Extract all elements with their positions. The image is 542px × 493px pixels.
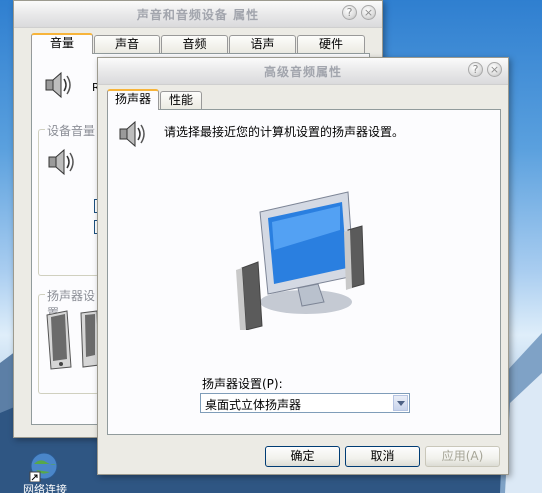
front-help-button[interactable]: ?: [468, 62, 483, 77]
speaker-setup-value: 桌面式立体扬声器: [205, 398, 302, 412]
close-icon: ×: [489, 63, 500, 76]
speaker-icon: [48, 148, 74, 176]
monitor-speakers-illustration: [236, 191, 365, 330]
front-titlebar[interactable]: 高级音频属性 ? ×: [98, 58, 508, 85]
tab-hardware[interactable]: 硬件: [297, 35, 365, 53]
back-window-title: 声音和音频设备 属性: [136, 8, 260, 22]
network-desktop-icon[interactable]: [28, 450, 60, 483]
tab-sounds[interactable]: 声音: [94, 35, 160, 53]
speaker-pair-icon: [46, 310, 100, 370]
close-icon: ×: [363, 6, 374, 19]
speaker-icon: [119, 120, 145, 148]
front-tab-panel: 请选择最接近您的计算机设置的扬声器设置。 扬声器设置(P): 桌面式立体扬声器: [107, 109, 501, 435]
tab-performance[interactable]: 性能: [160, 91, 202, 109]
globe-icon: [29, 452, 58, 483]
speaker-description: 请选择最接近您的计算机设置的扬声器设置。: [164, 125, 405, 139]
speaker-setup-select[interactable]: 桌面式立体扬声器: [200, 393, 410, 413]
back-close-button[interactable]: ×: [361, 5, 376, 20]
desktop-icon-label: 网络连接: [23, 484, 67, 493]
advanced-audio-window: 高级音频属性 ? × 扬声器 性能 请选择最接近您的计算机设置的扬声器设置。 扬…: [97, 57, 509, 475]
back-tabs: 音量 声音 音频 语声 硬件: [14, 33, 382, 54]
back-titlebar[interactable]: 声音和音频设备 属性 ? ×: [14, 1, 382, 28]
dropdown-arrow-icon[interactable]: [393, 395, 408, 411]
ok-button[interactable]: 确定: [265, 446, 340, 467]
tab-voice[interactable]: 语声: [229, 35, 296, 53]
speaker-icon: [45, 71, 71, 99]
front-window-title: 高级音频属性: [263, 65, 342, 79]
front-tabs: 扬声器 性能: [98, 89, 508, 110]
tab-audio[interactable]: 音频: [161, 35, 228, 53]
tab-volume[interactable]: 音量: [31, 33, 93, 54]
speaker-setup-label: 扬声器设置(P):: [202, 377, 283, 391]
speaker-settings-group: 扬声器设置: [38, 287, 100, 394]
back-help-button[interactable]: ?: [342, 5, 357, 20]
tab-speakers[interactable]: 扬声器: [107, 89, 159, 110]
front-close-button[interactable]: ×: [487, 62, 502, 77]
device-volume-group: 设备音量: [38, 122, 99, 276]
apply-button[interactable]: 应用(A): [425, 446, 500, 467]
cancel-button[interactable]: 取消: [345, 446, 420, 467]
device-volume-label: 设备音量: [45, 122, 98, 139]
